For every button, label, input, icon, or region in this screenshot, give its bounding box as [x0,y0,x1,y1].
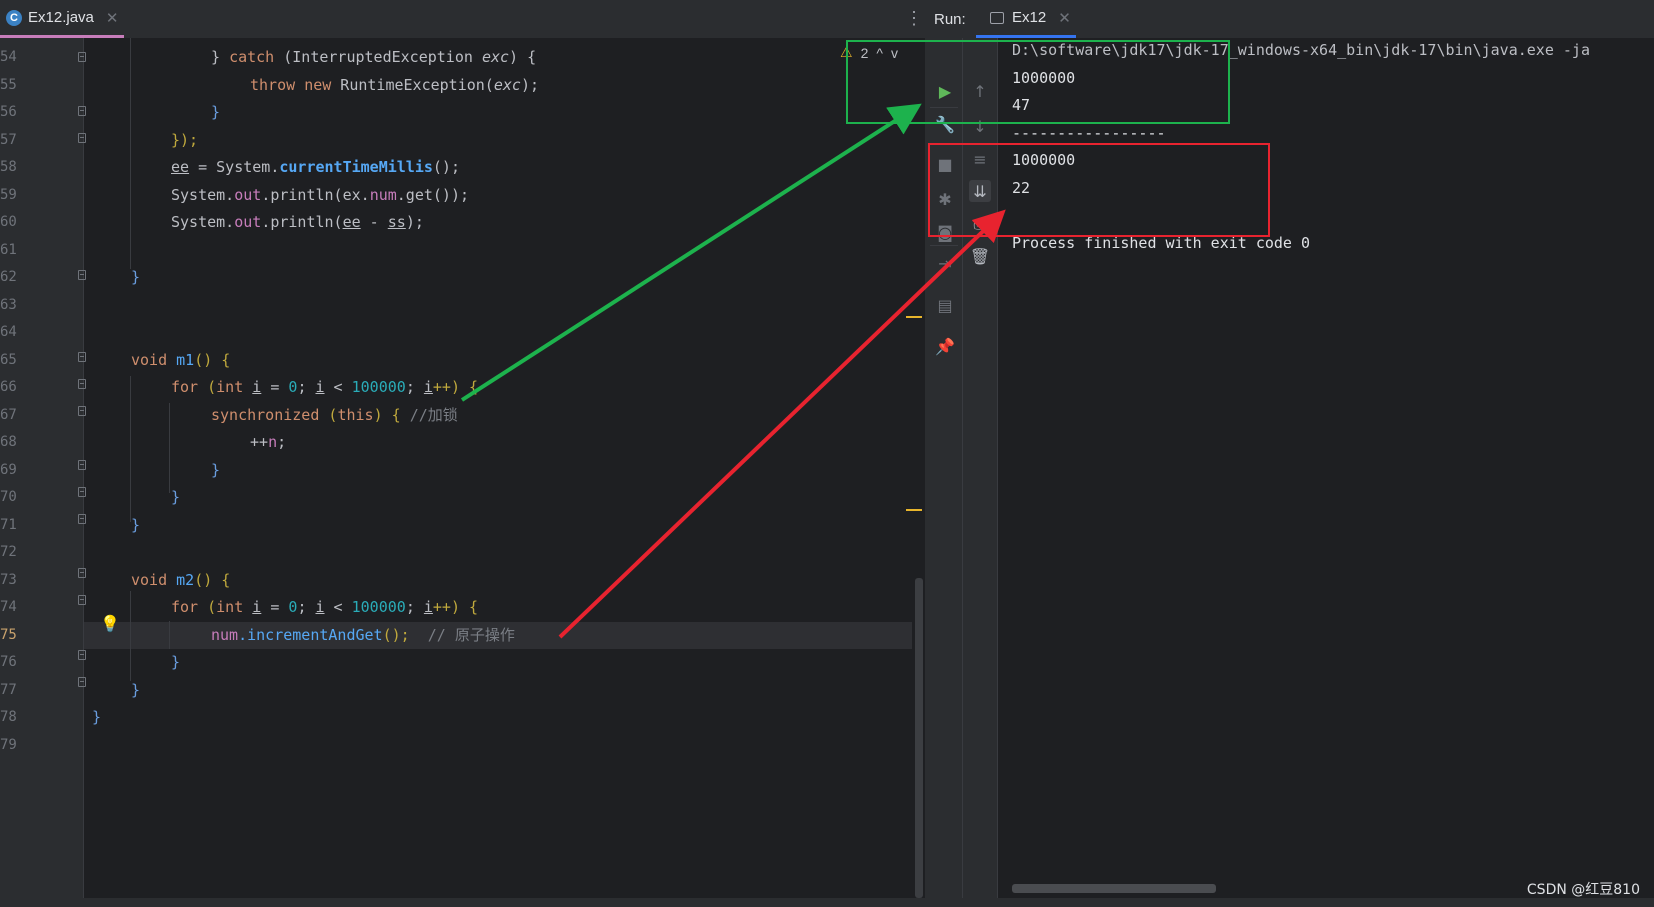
green-arrow [460,103,922,402]
red-arrow [558,209,1006,639]
annotation-arrows [460,103,1006,639]
